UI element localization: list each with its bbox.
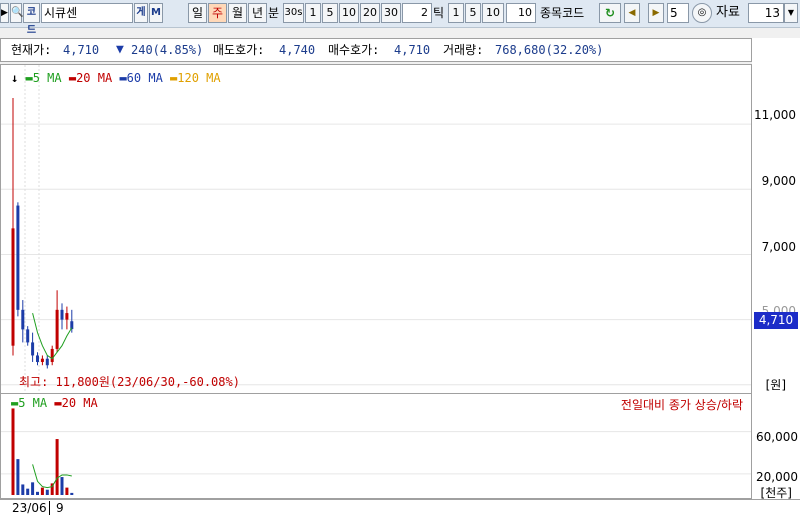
minute-1-button[interactable]: 1 [305, 3, 321, 23]
candle-body [60, 309, 64, 320]
period-month-tab[interactable]: 월 [228, 3, 247, 23]
candle-body [40, 358, 44, 362]
volume-label: 거래량: [443, 43, 484, 57]
data-label: 자료 [716, 5, 740, 20]
tick-label: 틱 [433, 6, 445, 20]
legend-ma120: ▬120 MA [170, 71, 221, 85]
step-input[interactable]: 5 [667, 3, 689, 23]
volume-bar [45, 489, 49, 495]
max-price-annotation: 최고: 11,800원(23/06/30,-60.08%) [19, 375, 240, 389]
g-button[interactable]: 게 [134, 3, 148, 23]
m-button[interactable]: M [149, 3, 163, 23]
current-price-tag: 4,710 [754, 312, 798, 329]
next-arrow-icon[interactable]: ▶ [648, 3, 664, 23]
candle-body [50, 348, 54, 362]
volume-bar [21, 484, 25, 495]
candle-body [65, 313, 69, 320]
legend-arrow-icon: ↓ [11, 71, 19, 85]
vol-legend-ma20: ▬20 MA [54, 396, 98, 410]
stock-code-label: 종목코드 [540, 6, 585, 20]
play-icon[interactable]: ▶ [0, 3, 9, 23]
candle-body [21, 309, 25, 330]
ask-value: 4,740 [279, 43, 316, 57]
quote-bar: 현재가: 4,710 ▼ 240(4.85%) 매도호가: 4,740 매수호가… [0, 38, 752, 62]
change-value: 240(4.85%) [131, 43, 204, 57]
volume-bar [31, 482, 35, 495]
candle-body [26, 329, 30, 343]
volume-bar [65, 487, 69, 495]
volume-bar [11, 408, 15, 495]
volume-bar [55, 439, 59, 495]
x-label-9: 9 [56, 501, 64, 515]
candle-body [55, 309, 59, 349]
minute-30-button[interactable]: 30 [381, 3, 401, 23]
bid-value: 4,710 [394, 43, 431, 57]
chevron-down-icon[interactable]: ▼ [784, 3, 798, 23]
tick-10-button[interactable]: 10 [482, 3, 504, 23]
y-label-9000: 9,000 [761, 174, 796, 188]
legend-ma60: ▬60 MA [119, 71, 163, 85]
ask-label: 매도호가: [213, 43, 265, 57]
volume-legend: ▬5 MA ▬20 MA [11, 396, 98, 410]
volume-bar [70, 492, 74, 495]
y-label-11000: 11,000 [754, 108, 796, 122]
tick-5-button[interactable]: 5 [465, 3, 481, 23]
volume-bar [26, 488, 30, 495]
bid-label: 매수호가: [328, 43, 380, 57]
candle-body [36, 355, 39, 362]
minute-20-button[interactable]: 20 [360, 3, 380, 23]
prev-arrow-icon[interactable]: ◀ [624, 3, 640, 23]
legend-ma5: ▬5 MA [25, 71, 62, 85]
vol-label-60000: 60,000 [756, 430, 798, 444]
price-chart-pane[interactable]: ↓ ▬5 MA ▬20 MA ▬60 MA ▬120 MA 최고: 11,800… [0, 64, 752, 394]
current-price-label: 현재가: [11, 43, 52, 57]
refresh-icon[interactable]: ↻ [599, 3, 621, 23]
volume-value: 768,680(32.20%) [495, 43, 604, 57]
volume-bar [36, 491, 39, 495]
data-count-select[interactable]: 13 [748, 3, 784, 23]
stock-name-input[interactable]: 시큐센 [41, 3, 133, 23]
code-button[interactable]: 코드 [23, 3, 40, 36]
minute-10-button[interactable]: 10 [339, 3, 359, 23]
minute-5-button[interactable]: 5 [322, 3, 338, 23]
volume-bar [16, 459, 20, 495]
x-axis: 23/06 9 [0, 499, 800, 517]
candle-body [11, 228, 15, 346]
down-triangle-icon: ▼ [116, 42, 124, 57]
volume-bar [60, 477, 64, 495]
vol-label-20000: 20,000 [756, 470, 798, 484]
candle-body [45, 358, 49, 366]
minute-input[interactable]: 2 [402, 3, 432, 23]
vol-legend-ma5: ▬5 MA [11, 396, 48, 410]
period-week-tab[interactable]: 주 [208, 3, 227, 23]
price-axis: 11,000 9,000 7,000 5,000 4,710 [원] [752, 38, 800, 394]
price-unit: [원] [765, 378, 786, 392]
candle-body [31, 342, 35, 356]
toolbar: ▶ 🔍 코드 시큐센 게 M 일 주 월 년 분 30s 1 5 10 20 3… [0, 0, 800, 36]
price-legend: ↓ ▬5 MA ▬20 MA ▬60 MA ▬120 MA [11, 71, 221, 85]
candle-body [16, 205, 20, 310]
volume-chart-pane[interactable]: ▬5 MA ▬20 MA 전일대비 종가 상승/하락 [0, 393, 752, 499]
price-chart [1, 65, 751, 393]
search-icon[interactable]: 🔍 [10, 3, 23, 23]
y-label-7000: 7,000 [761, 240, 796, 254]
minute-label: 분 [268, 6, 280, 20]
x-label-2306: 23/06 [12, 501, 50, 515]
volume-bar [40, 487, 44, 495]
current-price-value: 4,710 [63, 43, 100, 57]
period-day-tab[interactable]: 일 [188, 3, 207, 23]
legend-ma20: ▬20 MA [68, 71, 113, 85]
volume-caption: 전일대비 종가 상승/하락 [620, 398, 743, 412]
period-year-tab[interactable]: 년 [248, 3, 267, 23]
minute-30s-button[interactable]: 30s [283, 3, 304, 23]
settings-dial-icon[interactable]: ◎ [692, 3, 712, 23]
tick-1-button[interactable]: 1 [448, 3, 464, 23]
tick-input[interactable]: 10 [506, 3, 536, 23]
volume-axis: 60,000 20,000 [천주] [752, 394, 800, 500]
